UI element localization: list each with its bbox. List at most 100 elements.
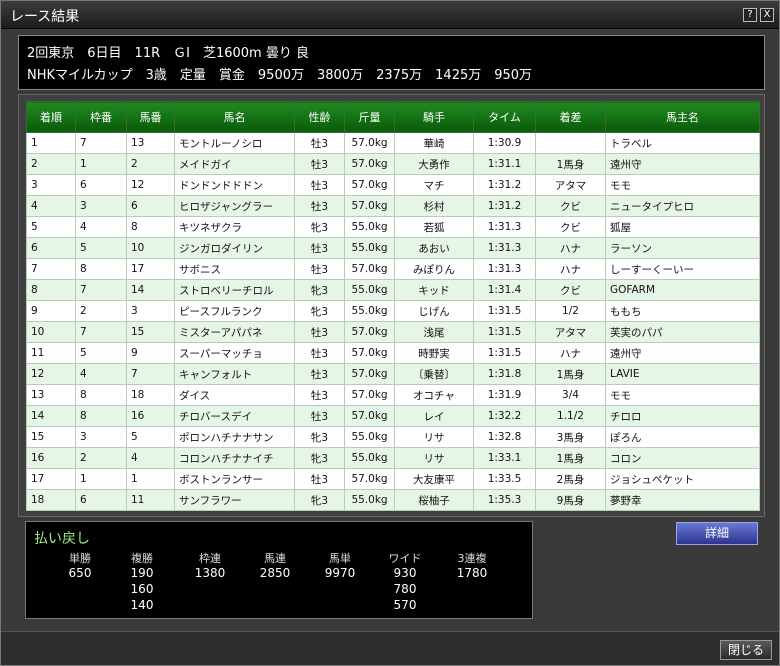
table-cell: 1:31.3: [473, 258, 536, 280]
footer-bar: 閉じる: [1, 631, 779, 665]
table-cell: 牝3: [294, 426, 345, 448]
table-cell: 55.0kg: [344, 237, 395, 259]
table-cell: 〔乗替〕: [394, 363, 474, 385]
payout-title: 払い戻し: [34, 531, 90, 547]
table-cell: 時野実: [394, 342, 474, 364]
table-cell: 55.0kg: [344, 426, 395, 448]
table-cell: マチ: [394, 174, 474, 196]
table-cell: 6: [26, 237, 76, 259]
table-cell: クビ: [535, 216, 606, 238]
table-cell: 6: [75, 174, 127, 196]
table-cell: 牝3: [294, 489, 345, 511]
table-cell: 57.0kg: [344, 258, 395, 280]
detail-button[interactable]: 詳細: [676, 522, 758, 545]
table-row: 16 2 4 コロンハチナナイチ 牝3 55.0kg リサ 1:33.1 1馬身 コロン: [26, 447, 760, 469]
table-cell: 1:31.5: [473, 300, 536, 322]
column-header: 着差: [535, 101, 606, 133]
table-cell: 3: [75, 195, 127, 217]
column-header: 斤量: [344, 101, 395, 133]
close-button[interactable]: 閉じる: [720, 640, 772, 660]
table-header-row: 着順 枠番 馬番 馬名 性齢 斤量 騎手 タイム 着差 馬主名: [26, 101, 760, 133]
table-cell: レイ: [394, 405, 474, 427]
table-cell: 2: [26, 153, 76, 175]
table-cell: 浅尾: [394, 321, 474, 343]
title-bar[interactable]: レース結果 ? X: [1, 1, 779, 29]
table-cell: 9: [26, 300, 76, 322]
payout-label: ワイド: [388, 552, 422, 565]
table-cell: 7: [75, 279, 127, 301]
table-cell: ヒロザジャングラー: [174, 195, 295, 217]
table-row: 7 8 17 サボニス 牡3 57.0kg みぽりん 1:31.3 ハナ しーすーくーいー: [26, 258, 760, 280]
table-cell: 57.0kg: [344, 174, 395, 196]
table-cell: 55.0kg: [344, 489, 395, 511]
table-cell: 遠州守: [605, 153, 760, 175]
table-cell: メイドガイ: [174, 153, 295, 175]
table-cell: 14: [126, 279, 175, 301]
table-cell: みぽりん: [394, 258, 474, 280]
table-cell: 8: [126, 216, 175, 238]
table-row: 11 5 9 スーパーマッチョ 牡3 57.0kg 時野実 1:31.5 ハナ 遠州守: [26, 342, 760, 364]
table-cell: 2馬身: [535, 468, 606, 490]
table-cell: 7: [26, 258, 76, 280]
table-cell: 遠州守: [605, 342, 760, 364]
payout-column: 馬単 9970: [312, 550, 368, 582]
table-cell: 1:31.3: [473, 216, 536, 238]
payout-label: 馬単: [329, 552, 351, 565]
table-cell: 13: [26, 384, 76, 406]
table-cell: 牡3: [294, 468, 345, 490]
table-cell: しーすーくーいー: [605, 258, 760, 280]
table-row: 5 4 8 キツネザクラ 牝3 55.0kg 若狐 1:31.3 クビ 狐屋: [26, 216, 760, 238]
table-cell: 牝3: [294, 216, 345, 238]
table-cell: 1:33.5: [473, 468, 536, 490]
payout-label: 枠連: [199, 552, 221, 565]
table-cell: 7: [126, 363, 175, 385]
table-cell: 4: [75, 216, 127, 238]
table-row: 1 7 13 モントルーノシロ 牡3 57.0kg 華崎 1:30.9 トラベル: [26, 132, 760, 154]
table-cell: ハナ: [535, 342, 606, 364]
table-cell: ストロベリーチロル: [174, 279, 295, 301]
table-cell: ダイス: [174, 384, 295, 406]
table-cell: 1:32.2: [473, 405, 536, 427]
column-header: 馬主名: [605, 101, 760, 133]
table-cell: リサ: [394, 447, 474, 469]
table-cell: 牡3: [294, 195, 345, 217]
table-cell: 若狐: [394, 216, 474, 238]
table-cell: 1: [75, 153, 127, 175]
table-cell: 10: [126, 237, 175, 259]
table-cell: 大勇作: [394, 153, 474, 175]
table-cell: 杉村: [394, 195, 474, 217]
table-cell: 13: [126, 132, 175, 154]
table-cell: ミスターアパパネ: [174, 321, 295, 343]
column-header: 馬名: [174, 101, 295, 133]
table-cell: 牝3: [294, 279, 345, 301]
payout-column: 3連複 1780: [444, 550, 500, 582]
help-button[interactable]: ?: [743, 8, 757, 22]
table-row: 8 7 14 ストロベリーチロル 牝3 55.0kg キッド 1:31.4 クビ GOFARM: [26, 279, 760, 301]
table-cell: 3: [26, 174, 76, 196]
table-cell: 1:30.9: [473, 132, 536, 154]
payout-column: 馬連 2850: [247, 550, 303, 582]
table-cell: 1:33.1: [473, 447, 536, 469]
table-cell: キッド: [394, 279, 474, 301]
table-cell: 1:32.8: [473, 426, 536, 448]
payout-box: 払い戻し 単勝 650 複勝 190 160 140 枠連 1380 馬連 2850 馬単 9970 ワ…: [25, 521, 533, 619]
table-cell: 1:31.2: [473, 174, 536, 196]
table-cell: 1:31.9: [473, 384, 536, 406]
table-cell: コロン: [605, 447, 760, 469]
table-cell: 15: [26, 426, 76, 448]
table-cell: 8: [75, 384, 127, 406]
table-cell: ジョシュペケット: [605, 468, 760, 490]
table-cell: 牡3: [294, 132, 345, 154]
window-close-button[interactable]: X: [760, 8, 774, 22]
table-cell: 牡3: [294, 258, 345, 280]
table-row: 15 3 5 ポロンハチナナサン 牝3 55.0kg リサ 1:32.8 3馬身 ぽろん: [26, 426, 760, 448]
table-cell: 57.0kg: [344, 321, 395, 343]
table-cell: サンフラワー: [174, 489, 295, 511]
table-cell: 華崎: [394, 132, 474, 154]
table-cell: 5: [26, 216, 76, 238]
race-info-line1: 2回東京 6日目 11R ＧⅠ 芝1600m 曇り 良: [27, 46, 309, 61]
payout-value: 570: [393, 598, 417, 612]
table-cell: クビ: [535, 195, 606, 217]
table-cell: モモ: [605, 174, 760, 196]
column-header: 性齢: [294, 101, 345, 133]
